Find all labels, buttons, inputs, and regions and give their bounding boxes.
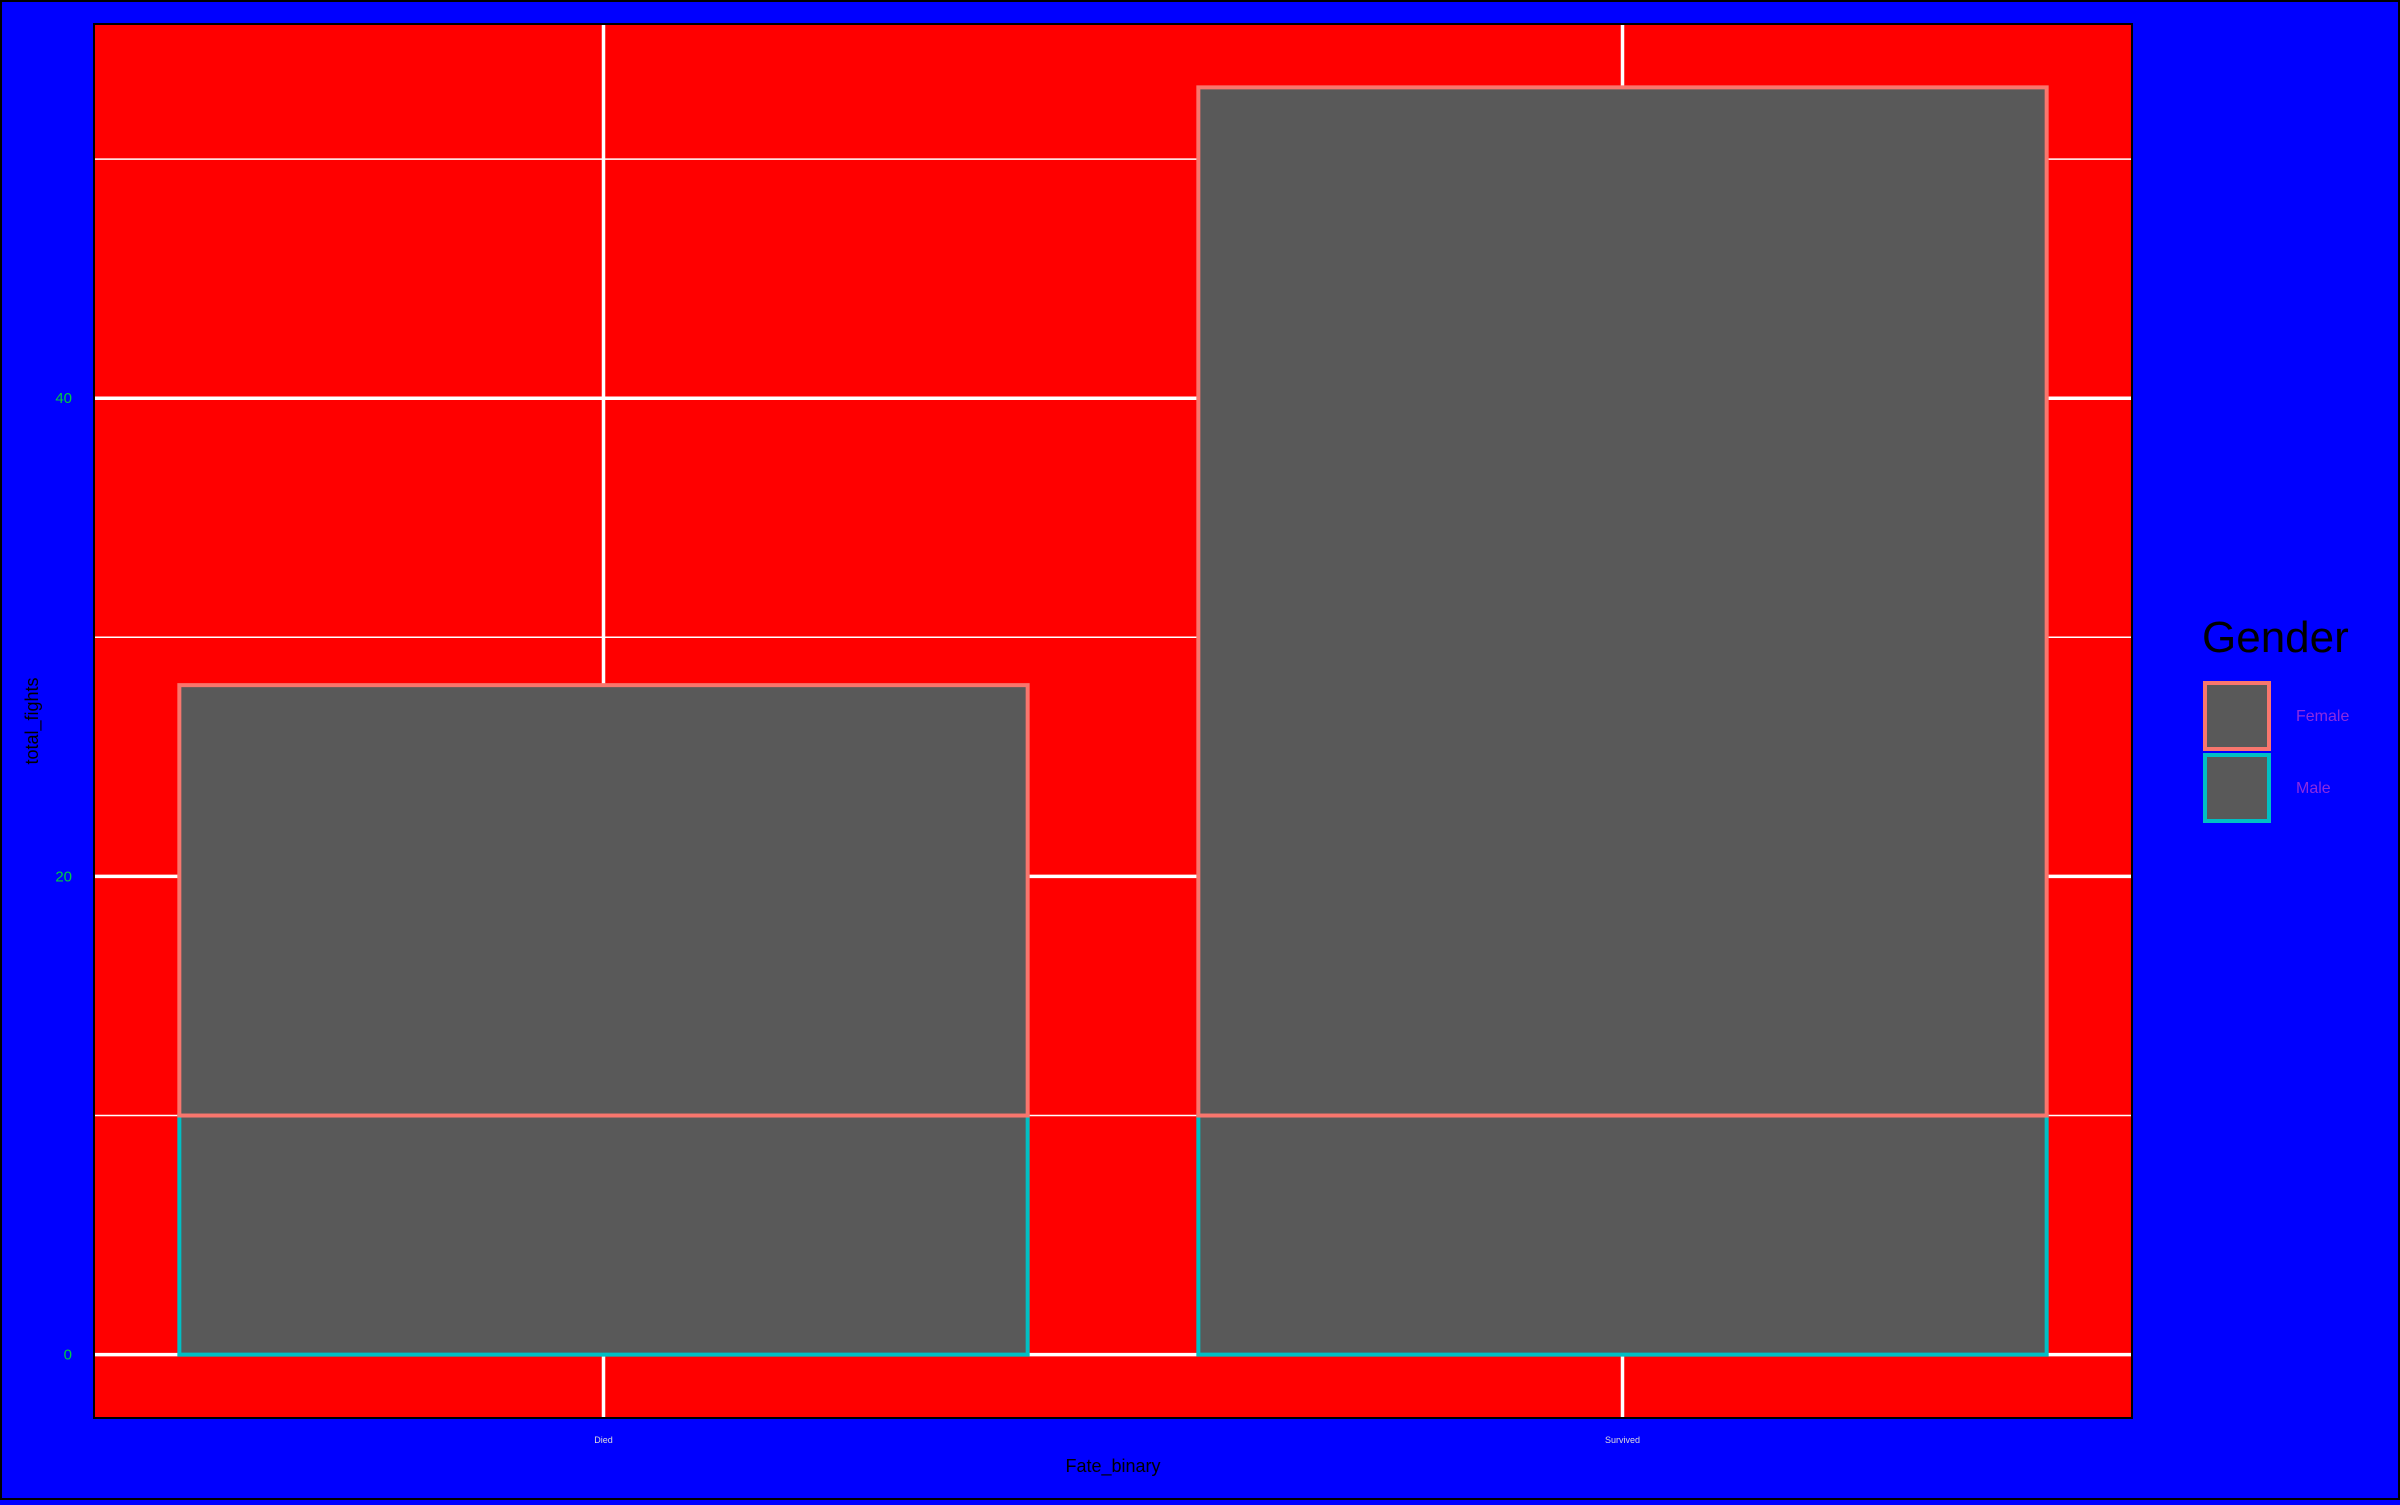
bar-male-survived [1196,1113,2049,1357]
bar-female-survived [1196,85,2049,1118]
bar-male-died [177,1113,1030,1357]
bar-female-died [177,683,1030,1118]
y-tick-label: 0 [64,1347,72,1364]
x-axis-title: Fate_binary [1065,1456,1160,1477]
x-tick-label: Died [594,1435,613,1445]
y-axis-title: total_fights [22,677,43,764]
chart-container: 0 20 40 Died Survived Fate_binary total_fig… [0,0,2400,1500]
legend-label-male: Male [2296,780,2331,797]
y-tick-label: 40 [55,390,72,407]
x-tick-label: Survived [1605,1435,1640,1445]
legend-key-female [2203,681,2271,751]
legend-title: Gender [2202,613,2349,662]
y-tick-label: 20 [55,868,72,885]
stacked-bar-chart: 0 20 40 Died Survived Fate_binary total_fig… [0,0,2400,1500]
legend-label-female: Female [2296,708,2349,725]
legend-key-male [2203,753,2271,823]
